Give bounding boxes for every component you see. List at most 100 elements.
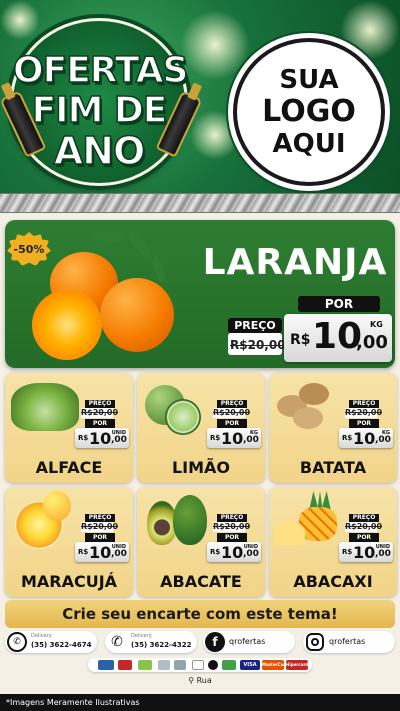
- contact-bar: ✆ Delivery (35) 3622-4674 ✆ Delivery (35…: [5, 631, 395, 655]
- price-decimal: ,00: [375, 549, 391, 559]
- facebook-contact[interactable]: f qrofertas: [203, 631, 295, 653]
- badge-line-2: FIM DE: [31, 90, 168, 132]
- currency-symbol: R$: [342, 548, 353, 556]
- ofertas-badge: OFERTAS FIM DE ANO: [10, 18, 189, 186]
- card-icon: [118, 660, 132, 670]
- product-card[interactable]: PREÇO R$20,00 POR R$ 10,00 UNID ABACATE: [137, 487, 265, 597]
- por-label: POR: [85, 533, 115, 542]
- potato-image: [293, 407, 323, 429]
- rope-divider: [0, 193, 400, 213]
- currency-symbol: R$: [78, 434, 89, 442]
- cta-banner[interactable]: Crie seu encarte com este tema!: [5, 600, 395, 628]
- price-decimal: ,00: [111, 435, 127, 445]
- currency-symbol: R$: [210, 548, 221, 556]
- phone-contact[interactable]: ✆ Delivery (35) 3622-4322: [105, 631, 197, 653]
- old-price: R$20,00: [81, 522, 119, 532]
- price-box: R$ 10,00 UNID: [339, 542, 393, 562]
- card-icon: [208, 660, 218, 670]
- phone-label: Delivery: [131, 633, 152, 639]
- price-decimal: ,00: [375, 435, 391, 445]
- price-integer: 10: [89, 543, 112, 562]
- por-label: POR: [349, 533, 379, 542]
- featured-product-name: LARANJA: [202, 242, 388, 283]
- currency-symbol: R$: [210, 434, 221, 442]
- preco-label: PREÇO: [228, 318, 282, 333]
- logo-line-2: LOGO: [262, 94, 356, 129]
- old-price: R$20,00: [345, 522, 383, 532]
- product-card[interactable]: PREÇO R$20,00 POR R$ 10,00 KG BATATA: [269, 373, 397, 483]
- price-box: R$ 10,00 KG: [207, 428, 261, 448]
- price-integer: 10: [221, 429, 244, 448]
- card-icon: [158, 660, 170, 670]
- badge-title: OFERTAS FIM DE ANO: [12, 50, 189, 172]
- product-name: LIMÃO: [171, 458, 231, 477]
- price-integer: 10: [353, 543, 376, 562]
- price-box: R$ 10,00 UNID: [75, 428, 129, 448]
- product-card[interactable]: PREÇO R$20,00 POR R$ 10,00 KG LIMÃO: [137, 373, 265, 483]
- por-label: POR: [217, 419, 247, 428]
- instagram-contact[interactable]: qrofertas: [303, 631, 395, 653]
- product-card[interactable]: PREÇO R$20,00 POR R$ 10,00 UNID MARACUJÁ: [5, 487, 133, 597]
- instagram-icon: [306, 633, 324, 651]
- price-decimal: ,00: [111, 549, 127, 559]
- price-unit: UNID: [111, 430, 126, 436]
- whatsapp-icon: ✆: [7, 632, 27, 652]
- instagram-handle: qrofertas: [329, 637, 366, 646]
- logo-line-3: AQUI: [272, 129, 346, 159]
- logo-line-1: SUA: [279, 65, 339, 95]
- preco-label: PREÇO: [85, 400, 115, 408]
- product-card[interactable]: PREÇO R$20,00 POR R$ 10,00 UNID ALFACE: [5, 373, 133, 483]
- preco-label: PREÇO: [217, 400, 247, 408]
- currency-symbol: R$: [342, 434, 353, 442]
- preco-label: PREÇO: [349, 400, 379, 408]
- por-label: POR: [298, 296, 380, 312]
- visa-logo: VISA: [240, 660, 260, 670]
- logo-placeholder: SUA LOGO AQUI: [233, 38, 385, 186]
- price-decimal: ,00: [243, 549, 259, 559]
- product-name: MARACUJÁ: [20, 572, 118, 591]
- price-box: R$ 10,00 UNID: [207, 542, 261, 562]
- whatsapp-label: Delivery: [31, 633, 52, 639]
- mastercard-logo: MasterCard: [262, 660, 288, 670]
- price-integer: 10: [221, 543, 244, 562]
- address: ⚲ Rua: [0, 676, 400, 685]
- phone-number: (35) 3622-4322: [131, 641, 192, 649]
- hipercard-logo: Hipercard: [286, 660, 308, 670]
- por-label: POR: [217, 533, 247, 542]
- price-unit: UNID: [111, 544, 126, 550]
- badge-line-1: OFERTAS: [12, 50, 189, 92]
- avocado-image: [173, 495, 207, 545]
- header-banner: OFERTAS FIM DE ANO SUA LOGO AQUI: [0, 0, 400, 196]
- orange-slice-icon: [32, 290, 102, 360]
- price-decimal: ,00: [356, 332, 388, 353]
- featured-price-box: R$ 10 ,00 KG: [284, 314, 392, 362]
- card-icon: [174, 660, 186, 670]
- product-name: ABACAXI: [293, 572, 373, 591]
- por-label: POR: [349, 419, 379, 428]
- preco-label: PREÇO: [217, 514, 247, 522]
- card-icon: [138, 660, 152, 670]
- old-price: R$20,00: [81, 408, 119, 418]
- product-name: BATATA: [299, 458, 367, 477]
- whatsapp-number: (35) 3622-4674: [31, 641, 92, 649]
- price-integer: 10: [353, 429, 376, 448]
- price-decimal: ,00: [243, 435, 259, 445]
- price-unit: UNID: [243, 544, 258, 550]
- payment-methods: VISA MasterCard Hipercard: [88, 658, 312, 672]
- old-price: R$20,00: [213, 522, 251, 532]
- card-icon: [192, 660, 204, 670]
- whatsapp-contact[interactable]: ✆ Delivery (35) 3622-4674: [5, 631, 97, 653]
- price-unit: KG: [382, 430, 390, 436]
- old-price: R$20,00: [213, 408, 251, 418]
- price-unit: KG: [370, 320, 383, 329]
- lime-slice-image: [165, 399, 201, 435]
- price-unit: UNID: [375, 544, 390, 550]
- currency-symbol: R$: [78, 548, 89, 556]
- facebook-icon: f: [205, 632, 225, 652]
- product-card[interactable]: PREÇO R$20,00 POR R$ 10,00 UNID ABACAXI: [269, 487, 397, 597]
- card-icon: [222, 660, 236, 670]
- location-pin-icon: ⚲: [188, 676, 195, 685]
- passion-fruit-image: [43, 491, 71, 521]
- flyer-page: OFERTAS FIM DE ANO SUA LOGO AQUI -50% LA…: [0, 0, 400, 711]
- phone-icon: ✆: [107, 632, 127, 652]
